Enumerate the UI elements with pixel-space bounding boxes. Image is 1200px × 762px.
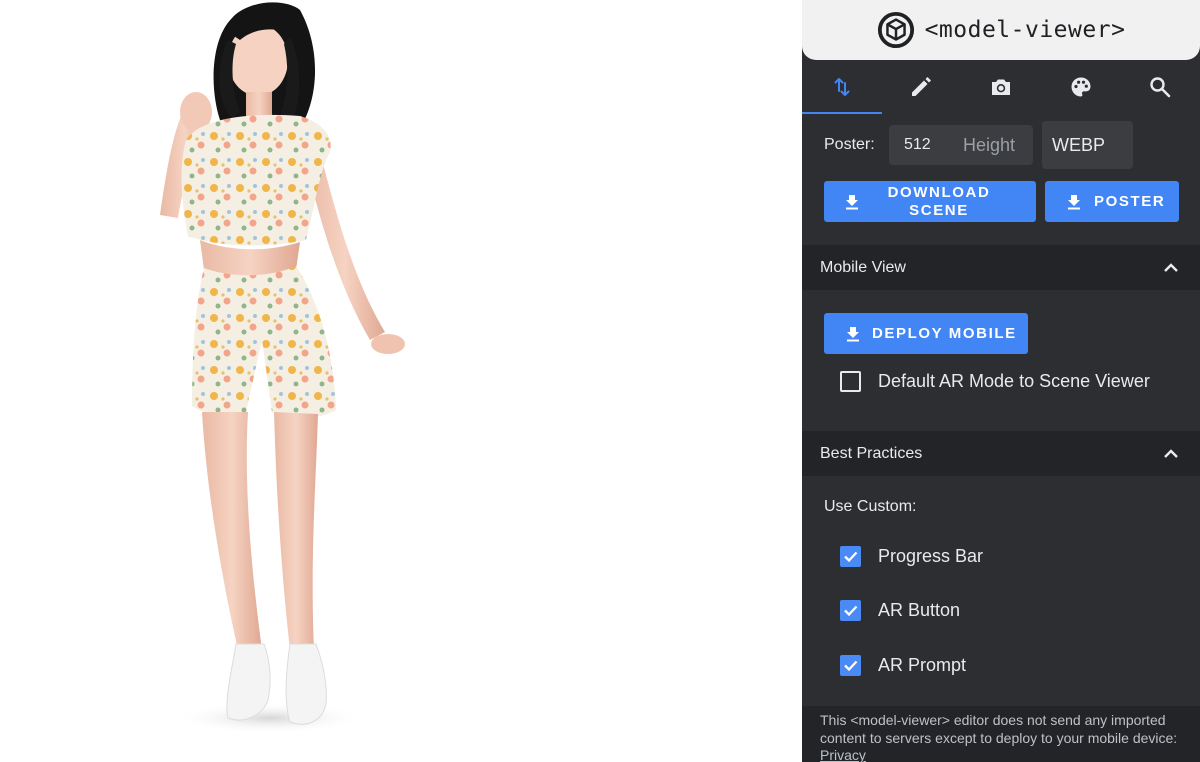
tab-pencil[interactable] — [882, 60, 962, 114]
palette-icon — [1071, 77, 1091, 97]
poster-width-value[interactable]: 512 — [904, 136, 963, 154]
poster-button-label: POSTER — [1094, 193, 1166, 210]
download-icon — [1068, 194, 1080, 209]
tab-edit[interactable] — [802, 60, 882, 114]
poster-height-placeholder[interactable]: Height — [963, 135, 1015, 156]
swap-vert-icon — [834, 78, 850, 96]
download-icon — [846, 194, 858, 209]
ar-button-label: AR Button — [878, 599, 961, 620]
download-icon — [847, 326, 859, 341]
tab-palette[interactable] — [1041, 60, 1121, 114]
use-custom-label: Use Custom: — [824, 498, 917, 515]
editor-panel: <model-viewer> Poster: 512 Height WEBP D… — [802, 0, 1200, 762]
chevron-up-icon[interactable] — [1162, 259, 1180, 277]
deploy-mobile-button[interactable]: DEPLOY MOBILE — [824, 313, 1028, 354]
poster-size-input[interactable]: 512 Height — [889, 125, 1033, 165]
download-scene-button[interactable]: DOWNLOAD SCENE — [824, 181, 1036, 222]
model-viewport[interactable] — [0, 0, 802, 762]
camera-icon — [991, 79, 1010, 95]
progress-bar-label: Progress Bar — [878, 545, 984, 566]
model-viewer-logo-icon — [877, 11, 914, 49]
ar-mode-checkbox-row[interactable]: Default AR Mode to Scene Viewer — [840, 369, 1150, 393]
3d-model-figure — [160, 2, 405, 734]
brand-title: <model-viewer> — [924, 17, 1126, 43]
footer-text: This <model-viewer> editor does not send… — [820, 712, 1178, 746]
tab-camera[interactable] — [961, 60, 1041, 114]
checkmark-icon — [844, 551, 858, 562]
ar-prompt-label: AR Prompt — [878, 654, 967, 675]
ar-button-checkbox[interactable] — [840, 599, 861, 621]
brand-header: <model-viewer> — [802, 0, 1200, 60]
ar-prompt-checkbox[interactable] — [840, 654, 861, 676]
checkmark-icon — [844, 660, 858, 671]
tab-bar — [802, 60, 1200, 114]
chevron-up-icon[interactable] — [1162, 445, 1180, 463]
download-poster-button[interactable]: POSTER — [1045, 181, 1179, 222]
download-scene-label: DOWNLOAD SCENE — [887, 183, 991, 219]
checkmark-icon — [844, 605, 858, 616]
ar-button-checkbox-row[interactable]: AR Button — [840, 598, 960, 622]
poster-format-select[interactable]: WEBP — [1042, 121, 1133, 169]
tab-search[interactable] — [1120, 60, 1200, 114]
search-icon — [1150, 77, 1171, 98]
progress-bar-checkbox-row[interactable]: Progress Bar — [840, 544, 983, 568]
poster-label: Poster: — [824, 136, 875, 153]
mobile-view-title: Mobile View — [820, 258, 906, 276]
poster-settings-row: Poster: 512 Height WEBP — [824, 121, 1133, 169]
ar-mode-label: Default AR Mode to Scene Viewer — [878, 370, 1150, 391]
mobile-view-header[interactable]: Mobile View — [802, 245, 1200, 290]
ar-prompt-checkbox-row[interactable]: AR Prompt — [840, 653, 966, 677]
deploy-mobile-label: DEPLOY MOBILE — [872, 325, 1017, 342]
ar-mode-checkbox[interactable] — [840, 370, 861, 392]
poster-format-value: WEBP — [1052, 134, 1106, 155]
pencil-icon — [912, 77, 932, 96]
privacy-link[interactable]: Privacy — [820, 747, 866, 762]
progress-bar-checkbox[interactable] — [840, 545, 861, 567]
privacy-footer: This <model-viewer> editor does not send… — [802, 706, 1200, 762]
best-practices-header[interactable]: Best Practices — [802, 431, 1200, 476]
best-practices-title: Best Practices — [820, 444, 923, 462]
